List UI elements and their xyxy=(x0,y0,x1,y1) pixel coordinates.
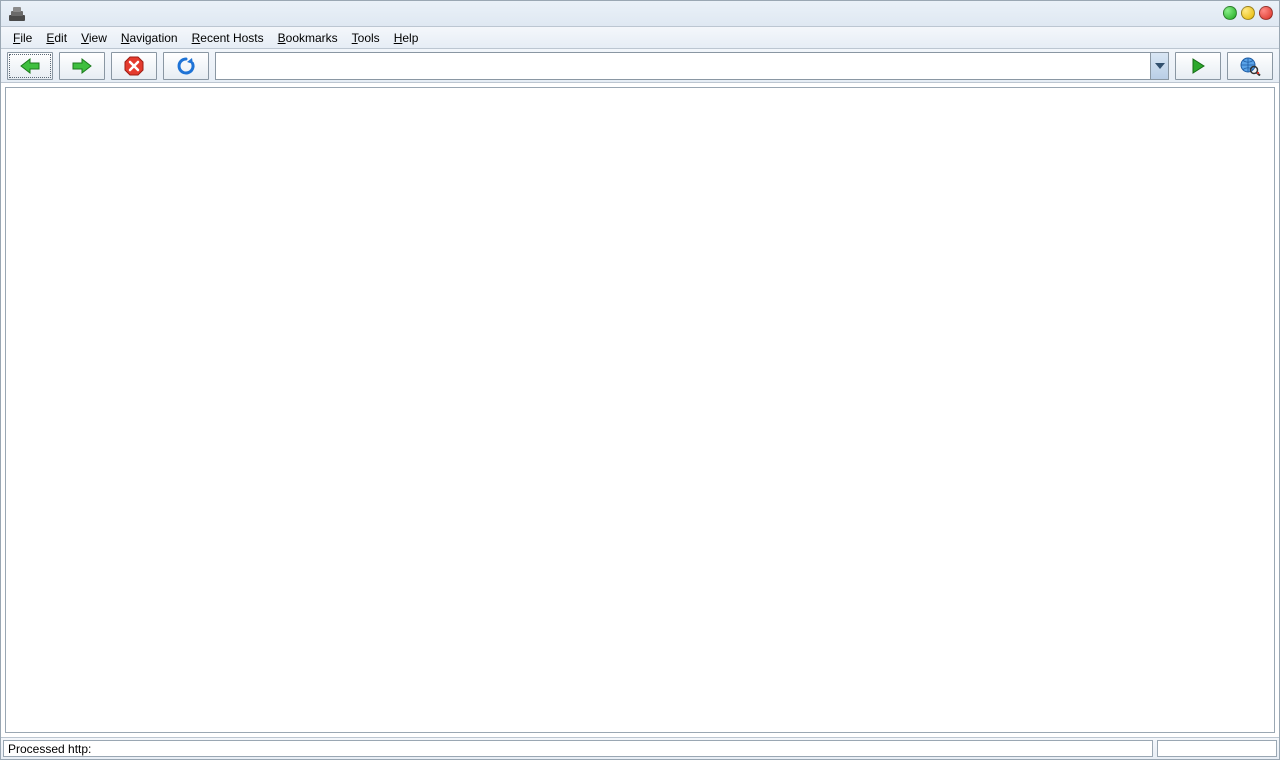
url-input[interactable] xyxy=(216,53,1150,79)
globe-search-icon xyxy=(1239,56,1261,76)
app-icon xyxy=(5,2,29,26)
chevron-down-icon xyxy=(1155,63,1165,69)
menu-tools[interactable]: Tools xyxy=(346,29,386,47)
stop-icon xyxy=(124,56,144,76)
status-secondary-pane xyxy=(1157,740,1277,757)
status-main-pane: Processed http: xyxy=(3,740,1153,757)
app-window: File Edit View Navigation Recent Hosts B… xyxy=(0,0,1280,760)
reload-icon xyxy=(176,56,196,76)
url-bar xyxy=(215,52,1169,80)
menu-navigation[interactable]: Navigation xyxy=(115,29,184,47)
search-web-button[interactable] xyxy=(1227,52,1273,80)
statusbar: Processed http: xyxy=(1,737,1279,759)
menu-view[interactable]: View xyxy=(75,29,113,47)
content-viewport xyxy=(5,87,1275,733)
minimize-button[interactable] xyxy=(1223,6,1237,20)
reload-button[interactable] xyxy=(163,52,209,80)
stop-button[interactable] xyxy=(111,52,157,80)
back-button[interactable] xyxy=(7,52,53,80)
arrow-right-icon xyxy=(71,57,93,75)
menubar: File Edit View Navigation Recent Hosts B… xyxy=(1,27,1279,49)
play-icon xyxy=(1191,58,1205,74)
maximize-button[interactable] xyxy=(1241,6,1255,20)
titlebar xyxy=(1,1,1279,27)
menu-bookmarks[interactable]: Bookmarks xyxy=(272,29,344,47)
toolbar xyxy=(1,49,1279,83)
menu-file[interactable]: File xyxy=(7,29,38,47)
close-window-button[interactable] xyxy=(1259,6,1273,20)
url-dropdown-button[interactable] xyxy=(1150,53,1168,79)
menu-help[interactable]: Help xyxy=(388,29,425,47)
go-button[interactable] xyxy=(1175,52,1221,80)
forward-button[interactable] xyxy=(59,52,105,80)
menu-edit[interactable]: Edit xyxy=(40,29,73,47)
window-controls xyxy=(1223,6,1273,20)
arrow-left-icon xyxy=(19,57,41,75)
menu-recent-hosts[interactable]: Recent Hosts xyxy=(186,29,270,47)
